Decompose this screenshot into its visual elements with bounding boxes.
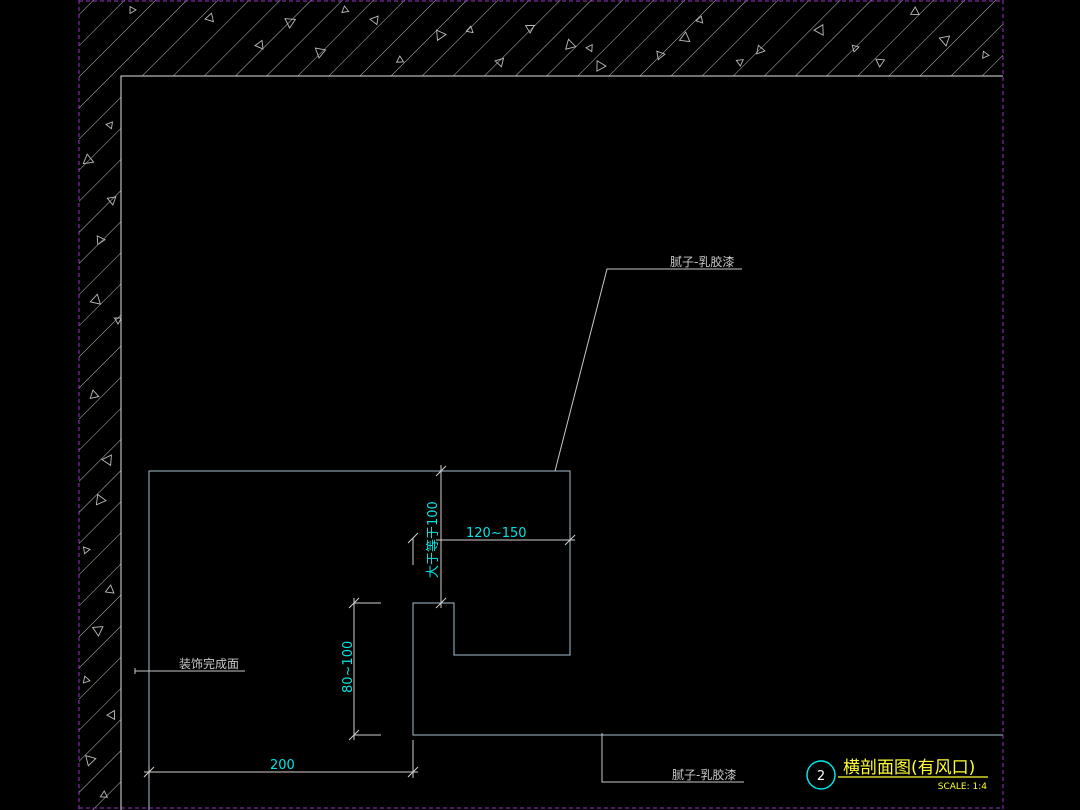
section-drawing: 腻子-乳胶漆 腻子-乳胶漆 装饰完成面 大于等于100 120~150 80~1… xyxy=(78,0,1004,810)
top-leader-line xyxy=(554,268,742,472)
top-leader-label: 腻子-乳胶漆 xyxy=(670,254,734,269)
finish-surface-label: 装饰完成面 xyxy=(179,656,239,671)
vertical-depth-dimension: 80~100 xyxy=(341,641,356,693)
title-block: 2 横剖面图(有风口) SCALE: 1:4 xyxy=(806,758,988,792)
dimension-lines xyxy=(143,465,576,778)
drawing-number: 2 xyxy=(817,769,825,784)
vertical-gap-dimension: 大于等于100 xyxy=(425,501,441,578)
drawing-title: 横剖面图(有风口) xyxy=(843,758,975,778)
bottom-width-dimension: 200 xyxy=(270,758,295,773)
slot-width-dimension: 120~150 xyxy=(466,526,527,541)
drawing-scale: SCALE: 1:4 xyxy=(938,782,988,792)
wall-hatch xyxy=(79,0,1003,810)
bottom-leader-label: 腻子-乳胶漆 xyxy=(672,767,736,782)
drawing-frame xyxy=(78,0,1004,810)
